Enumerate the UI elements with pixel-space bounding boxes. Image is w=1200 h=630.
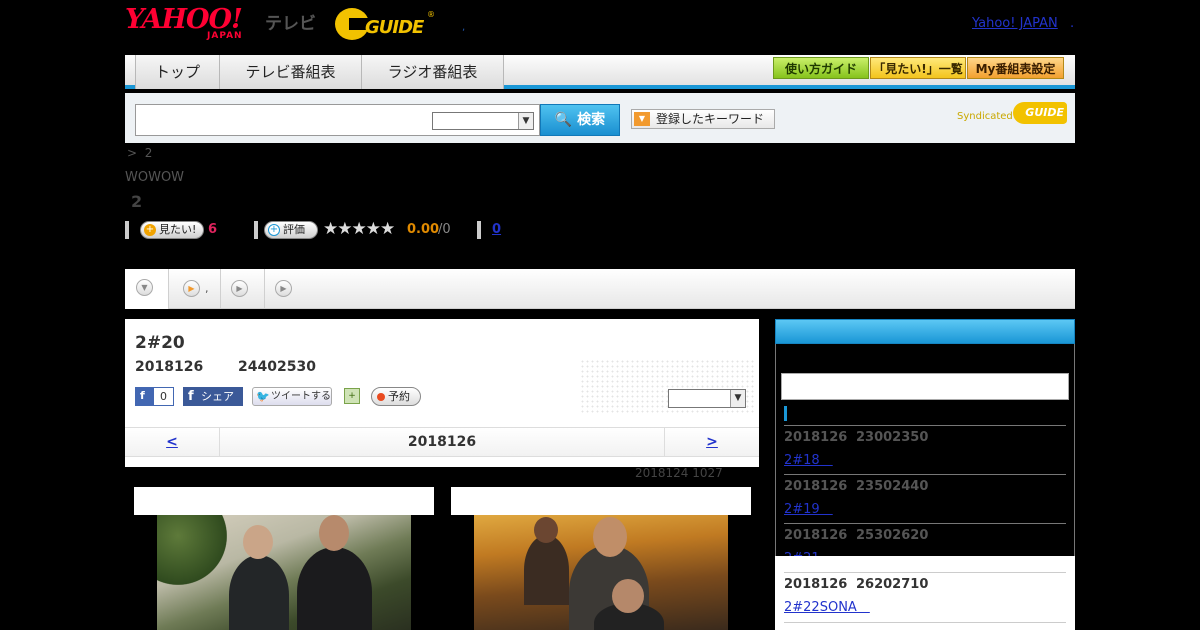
facebook-icon: f bbox=[140, 389, 145, 402]
current-date: 2018126 bbox=[407, 434, 477, 450]
previous-episode-link[interactable]: < bbox=[125, 428, 220, 456]
yahoo-japan-logo[interactable]: YAHOO! JAPAN bbox=[125, 6, 263, 42]
side-item-time: 26202710 bbox=[856, 577, 929, 592]
tab-cast[interactable]: ▶ bbox=[221, 269, 265, 309]
scene-photo bbox=[157, 515, 411, 630]
play-icon: ▶ bbox=[183, 280, 200, 297]
episode-date: 2018126 bbox=[135, 359, 204, 375]
photo-caption-area bbox=[451, 487, 751, 515]
yahoo-japan-link-suffix: . bbox=[1070, 16, 1075, 31]
play-icon: ▶ bbox=[231, 280, 248, 297]
episode-title: 2#20 bbox=[135, 333, 185, 353]
side-item-link[interactable]: 2#18 bbox=[784, 449, 833, 468]
episode-select[interactable]: ▼ bbox=[668, 389, 746, 408]
chevron-down-icon: ▼ bbox=[518, 113, 533, 129]
side-item-date: 2018126 bbox=[784, 528, 848, 543]
search-bar: ▼ 🔍 検索 ▼ 登録したキーワード Syndicated GUIDE bbox=[125, 93, 1075, 143]
mitai-list-button[interactable]: 「見たい!」一覧 bbox=[870, 57, 966, 79]
tweet-label: ツイートする bbox=[271, 391, 331, 402]
record-dot-icon bbox=[377, 393, 385, 401]
side-item-date: 2018126 bbox=[784, 577, 848, 592]
side-search-input[interactable] bbox=[781, 373, 1069, 400]
side-item-time: 25302620 bbox=[856, 528, 929, 543]
mitai-label: 見たい! bbox=[159, 223, 197, 236]
episode-time: 24402530 bbox=[238, 359, 316, 375]
review-count-link[interactable]: 0 bbox=[492, 222, 501, 237]
side-item-date: 2018126 bbox=[784, 430, 848, 445]
search-icon: 🔍 bbox=[554, 112, 573, 128]
side-item-date: 2018126 bbox=[784, 479, 848, 494]
facebook-like-button[interactable]: f 0 bbox=[135, 387, 174, 406]
plus-icon: + bbox=[268, 224, 280, 236]
side-section-marker bbox=[784, 406, 787, 421]
side-item-time: 23502440 bbox=[856, 479, 929, 494]
search-button-label: 検索 bbox=[577, 112, 606, 128]
side-item-time: 23002350 bbox=[856, 430, 929, 445]
episode-panel: 2#20 2018126 24402530 f 0 f シェア 🐦 ツイートする… bbox=[125, 319, 759, 467]
mitai-button[interactable]: + 見たい! bbox=[140, 221, 204, 239]
search-button[interactable]: 🔍 検索 bbox=[540, 104, 620, 136]
tab-radio-schedule[interactable]: ラジオ番組表 bbox=[362, 55, 504, 89]
facebook-like-count: 0 bbox=[154, 388, 173, 405]
syndicated-label: Syndicated bbox=[957, 111, 1013, 122]
header-separator: , bbox=[462, 22, 466, 33]
channel-name: WOWOW bbox=[125, 170, 185, 185]
program-title: 2 bbox=[131, 192, 143, 211]
rating-stars: ★★★★★ bbox=[323, 219, 395, 239]
registered-keywords-button[interactable]: ▼ 登録したキーワード bbox=[631, 109, 775, 129]
episode-navigation: < 2018126 > bbox=[125, 427, 759, 457]
rate-button[interactable]: + 評価 bbox=[264, 221, 318, 239]
side-item-link[interactable]: 2#19 bbox=[784, 498, 833, 517]
breadcrumb-item: 2 bbox=[144, 146, 153, 160]
facebook-icon: f bbox=[188, 389, 194, 404]
registered-keywords-label: 登録したキーワード bbox=[656, 112, 765, 126]
twitter-bird-icon: 🐦 bbox=[256, 390, 270, 403]
tab-top[interactable]: トップ bbox=[135, 55, 220, 89]
photo-caption-area bbox=[134, 487, 434, 515]
facebook-share-label: シェア bbox=[201, 390, 234, 403]
side-panel-header bbox=[775, 319, 1075, 344]
yahoo-japan-link[interactable]: Yahoo! JAPAN bbox=[972, 16, 1058, 31]
next-episode-link[interactable]: > bbox=[664, 428, 759, 456]
tab-episodes[interactable]: ▶ , bbox=[169, 269, 221, 309]
tab-reviews[interactable]: ▶ bbox=[265, 269, 309, 309]
gguide-logo[interactable]: GUIDE ® bbox=[335, 8, 435, 42]
chevron-down-icon: ▼ bbox=[136, 279, 153, 296]
mitai-count: 6 bbox=[208, 222, 218, 237]
rate-label: 評価 bbox=[283, 223, 305, 236]
breadcrumb-separator: > bbox=[127, 146, 138, 160]
tab-tv-schedule[interactable]: テレビ番組表 bbox=[220, 55, 362, 89]
search-category-select[interactable]: ▼ bbox=[432, 112, 534, 130]
japan-logo-text: JAPAN bbox=[207, 31, 243, 41]
add-clip-icon[interactable]: + bbox=[344, 388, 360, 404]
updated-timestamp: 2018124 1027 bbox=[635, 466, 723, 480]
scene-photo bbox=[474, 515, 728, 630]
breadcrumb: > 2 bbox=[127, 146, 152, 160]
reserve-button[interactable]: 予約 bbox=[371, 387, 421, 406]
tv-label: テレビ bbox=[265, 14, 316, 34]
photo-card[interactable] bbox=[134, 487, 434, 630]
side-item-link[interactable]: 2#22SONA bbox=[784, 596, 870, 615]
guide-button[interactable]: 使い方ガイド bbox=[773, 57, 869, 79]
syndicated-gguide-logo: GUIDE bbox=[1013, 102, 1067, 124]
tab-detail[interactable]: ▼ bbox=[125, 269, 169, 309]
yahoo-logo-text: YAHOO! bbox=[125, 4, 243, 35]
main-nav: トップ テレビ番組表 ラジオ番組表 使い方ガイド 「見たい!」一覧 My番組表設… bbox=[125, 55, 1075, 89]
tweet-button[interactable]: 🐦 ツイートする bbox=[252, 387, 332, 406]
program-tabs: ▼ ▶ , ▶ ▶ bbox=[125, 269, 1075, 309]
photo-card[interactable] bbox=[451, 487, 751, 630]
plus-icon: + bbox=[144, 224, 156, 236]
side-panel-lower: 2018126 26202710 2#22SONA bbox=[775, 556, 1075, 630]
rating-count: /0 bbox=[438, 222, 451, 237]
facebook-share-button[interactable]: f シェア bbox=[183, 387, 243, 406]
reserve-label: 予約 bbox=[388, 390, 410, 403]
registered-mark: ® bbox=[427, 10, 435, 19]
rating-score: 0.00 bbox=[407, 222, 440, 237]
chevron-down-icon: ▼ bbox=[730, 390, 745, 407]
gguide-logo-text: GUIDE bbox=[365, 17, 424, 38]
play-icon: ▶ bbox=[275, 280, 292, 297]
my-schedule-settings-button[interactable]: My番組表設定 bbox=[967, 57, 1064, 79]
triangle-down-icon: ▼ bbox=[634, 112, 650, 126]
